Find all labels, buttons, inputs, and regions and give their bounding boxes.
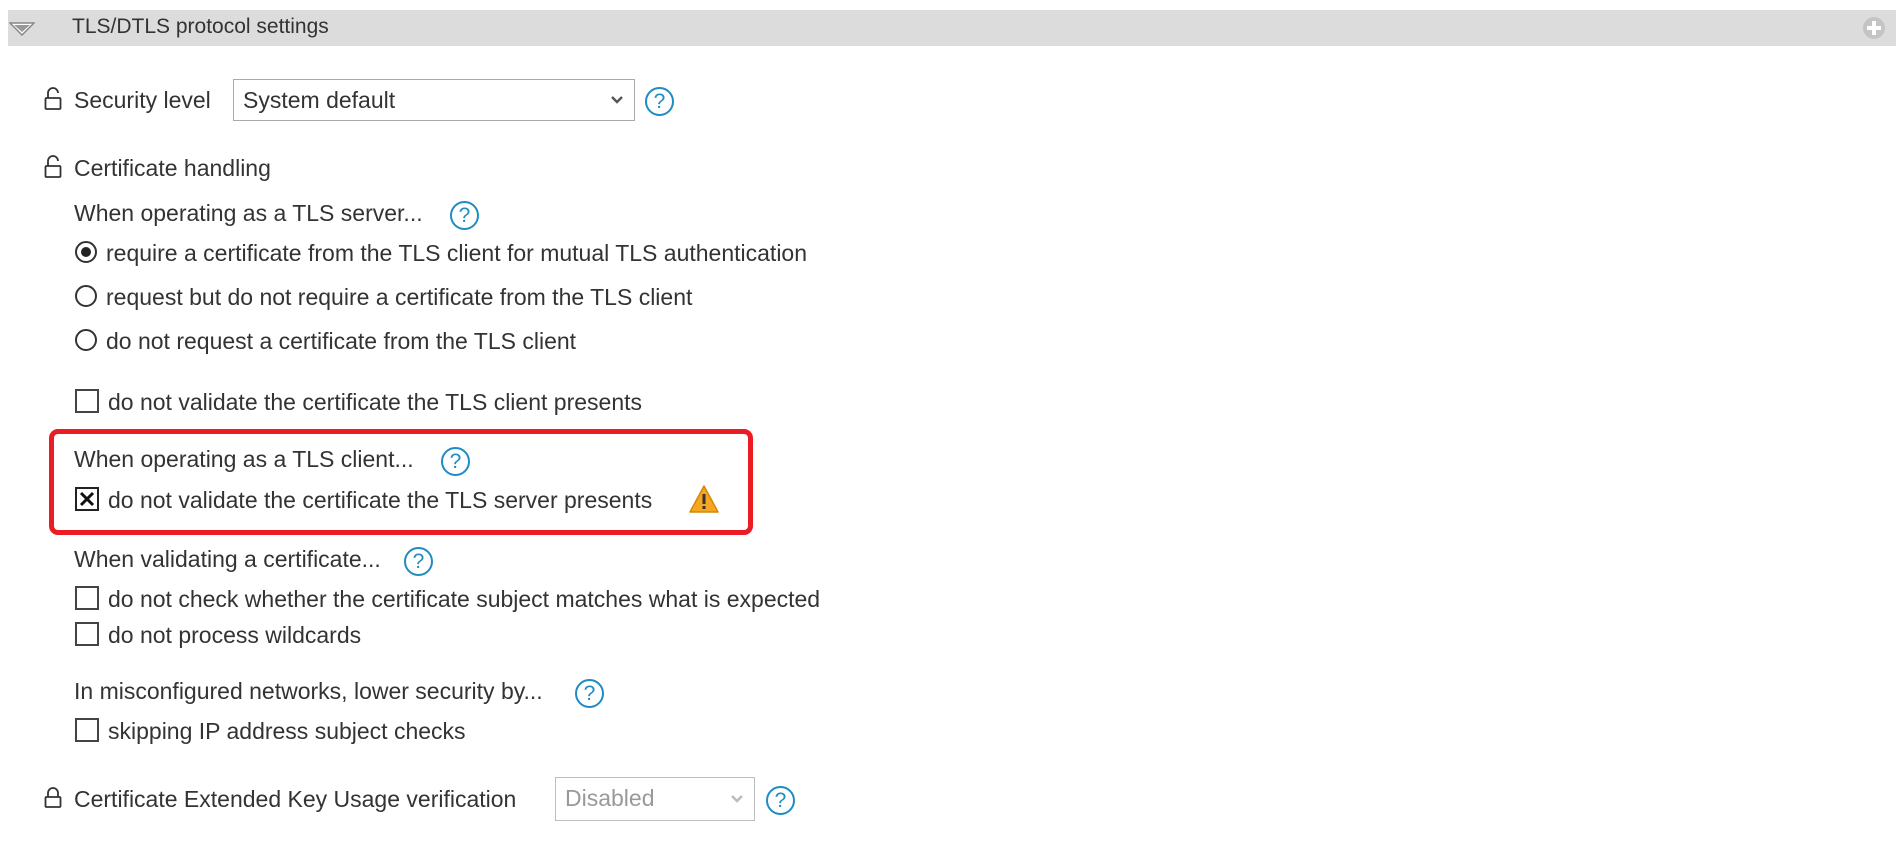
security-level-help-icon[interactable]: ? [645,87,674,116]
no-validate-server-checkbox[interactable] [75,487,99,511]
warning-triangle-icon [689,485,719,513]
validate-heading: When validating a certificate... [74,546,381,572]
security-level-label: Security level [74,87,211,113]
tls-client-help-icon[interactable]: ? [441,447,470,476]
server-option-require-label[interactable]: require a certificate from the TLS clien… [106,240,807,267]
eku-value: Disabled [565,785,655,811]
server-option-request-label[interactable]: request but do not require a certificate… [106,284,692,311]
plus-circle-icon[interactable] [1862,16,1886,40]
misconfig-help-icon[interactable]: ? [575,679,604,708]
tls-server-help-icon[interactable]: ? [450,201,479,230]
server-option-none-radio[interactable] [75,329,97,351]
no-validate-client-checkbox[interactable] [75,389,99,413]
security-level-select[interactable]: System default [233,79,635,121]
checkbox-x-mark [79,491,95,507]
tls-server-heading: When operating as a TLS server... [74,200,423,226]
chevron-down-icon [611,96,623,104]
validate-help-icon[interactable]: ? [404,547,433,576]
radio-selected-dot [81,247,91,257]
skip-ip-checkbox[interactable] [75,718,99,742]
section-title: TLS/DTLS protocol settings [72,15,329,38]
server-option-request-radio[interactable] [75,285,97,307]
eku-label: Certificate Extended Key Usage verificat… [74,786,517,812]
eku-select[interactable]: Disabled [555,777,755,821]
no-subject-check-checkbox[interactable] [75,586,99,610]
no-wildcards-label[interactable]: do not process wildcards [108,622,361,649]
no-validate-server-label[interactable]: do not validate the certificate the TLS … [108,487,652,514]
locked-padlock-icon [44,787,62,808]
skip-ip-label[interactable]: skipping IP address subject checks [108,718,466,745]
eku-help-icon[interactable]: ? [766,786,795,815]
security-level-value: System default [243,87,396,113]
certificate-handling-label: Certificate handling [74,155,271,181]
collapse-triangle-icon[interactable] [9,22,35,36]
no-subject-check-label[interactable]: do not check whether the certificate sub… [108,586,820,613]
highlight-box [49,429,753,535]
no-wildcards-checkbox[interactable] [75,622,99,646]
no-validate-client-label[interactable]: do not validate the certificate the TLS … [108,389,642,416]
misconfig-heading: In misconfigured networks, lower securit… [74,678,543,704]
unlocked-padlock-icon [44,155,62,178]
chevron-down-icon [731,795,743,803]
server-option-none-label[interactable]: do not request a certificate from the TL… [106,328,576,355]
tls-client-heading: When operating as a TLS client... [74,446,414,472]
unlocked-padlock-icon [44,87,62,110]
server-option-require-radio[interactable] [75,241,97,263]
